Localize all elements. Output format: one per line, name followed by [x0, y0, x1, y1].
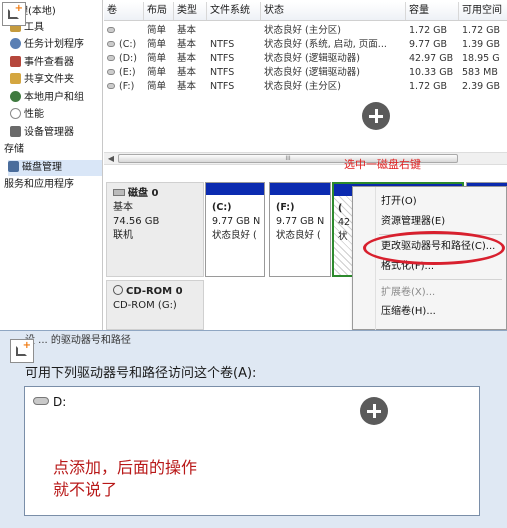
tree-item-performance[interactable]: 性能	[10, 107, 44, 123]
drive-letter-dialog: 设 ... 的驱动器号和路径 + 可用下列驱动器号和路径访问这个卷(A): D:…	[0, 330, 507, 528]
col-header-volume[interactable]: 卷	[104, 2, 144, 20]
list-item[interactable]: D:	[33, 395, 66, 409]
volume-icon	[107, 83, 115, 89]
cdrom-icon	[113, 285, 123, 295]
menu-item-extend-volume[interactable]: 扩展卷(X)...	[353, 284, 507, 302]
drive-icon	[33, 397, 49, 405]
users-icon	[10, 91, 21, 102]
partition-f[interactable]: (F:) 9.77 GB N 状态良好 (	[269, 182, 331, 277]
volume-icon	[107, 41, 115, 47]
drive-path-list[interactable]: D: 点添加，后面的操作 就不说了	[24, 386, 480, 516]
disk-0-title: 磁盘 0	[113, 187, 197, 201]
tree-item-disk-management[interactable]: 磁盘管理	[8, 160, 102, 176]
navigation-tree: 理(本地) 工具 任务计划程序 事件查看器 共享文件夹 本地用户和组 性能 设备…	[0, 0, 103, 330]
disk-icon	[8, 161, 19, 172]
col-header-capacity[interactable]: 容量	[406, 2, 459, 20]
tree-item-local-users[interactable]: 本地用户和组	[10, 90, 84, 106]
highlight-ellipse	[363, 231, 505, 265]
tree-item-event-viewer[interactable]: 事件查看器	[10, 55, 74, 71]
tree-item-device-manager[interactable]: 设备管理器	[10, 125, 74, 141]
col-header-status[interactable]: 状态	[261, 2, 406, 20]
disk-0-info[interactable]: 磁盘 0 基本 74.56 GB 联机	[106, 182, 204, 277]
event-log-icon	[10, 56, 21, 67]
menu-item-explorer[interactable]: 资源管理器(E)	[353, 213, 507, 231]
disk-management-window: 理(本地) 工具 任务计划程序 事件查看器 共享文件夹 本地用户和组 性能 设备…	[0, 0, 507, 330]
watermark-logo-icon: +	[2, 2, 26, 26]
clock-icon	[10, 38, 21, 49]
tree-item-services-apps[interactable]: 服务和应用程序	[4, 177, 74, 193]
tree-item-task-scheduler[interactable]: 任务计划程序	[10, 37, 84, 53]
dialog-prompt: 可用下列驱动器号和路径访问这个卷(A):	[25, 366, 257, 381]
header-divider	[104, 20, 507, 21]
annotation-text: 点添加，后面的操作 就不说了	[53, 458, 198, 499]
partition-c[interactable]: (C:) 9.77 GB N 状态良好 (	[205, 182, 265, 277]
volume-icon	[107, 27, 115, 33]
zoom-plus-icon	[360, 397, 388, 425]
performance-icon	[10, 108, 21, 119]
cdrom-0-info[interactable]: CD-ROM 0 CD-ROM (G:)	[106, 280, 204, 330]
scroll-left-arrow-icon[interactable]: ◀	[105, 153, 117, 164]
volume-icon	[107, 55, 115, 61]
menu-item-shrink-volume[interactable]: 压缩卷(H)...	[353, 303, 507, 321]
dialog-title: 设 ... 的驱动器号和路径	[25, 335, 131, 346]
menu-item-open[interactable]: 打开(O)	[353, 193, 507, 211]
col-header-layout[interactable]: 布局	[144, 2, 174, 20]
volume-table: 卷 布局 类型 文件系统 状态 容量 可用空间 简单 基本 状态良好 (主分区)…	[104, 0, 507, 100]
partition-bar	[270, 183, 330, 195]
col-header-free[interactable]: 可用空间	[459, 2, 507, 20]
watermark-logo-icon: +	[10, 339, 34, 363]
zoom-plus-icon	[362, 102, 390, 130]
disk-drive-icon	[113, 189, 125, 196]
folder-icon	[10, 73, 21, 84]
tree-item-shared-folders[interactable]: 共享文件夹	[10, 72, 74, 88]
horizontal-scrollbar[interactable]: ◀ III	[104, 152, 507, 165]
col-header-filesystem[interactable]: 文件系统	[207, 2, 261, 20]
device-icon	[10, 126, 21, 137]
tree-item-storage[interactable]: 存储	[4, 142, 24, 158]
partition-bar	[206, 183, 264, 195]
col-header-type[interactable]: 类型	[174, 2, 207, 20]
menu-separator	[379, 279, 502, 280]
volume-icon	[107, 69, 115, 75]
